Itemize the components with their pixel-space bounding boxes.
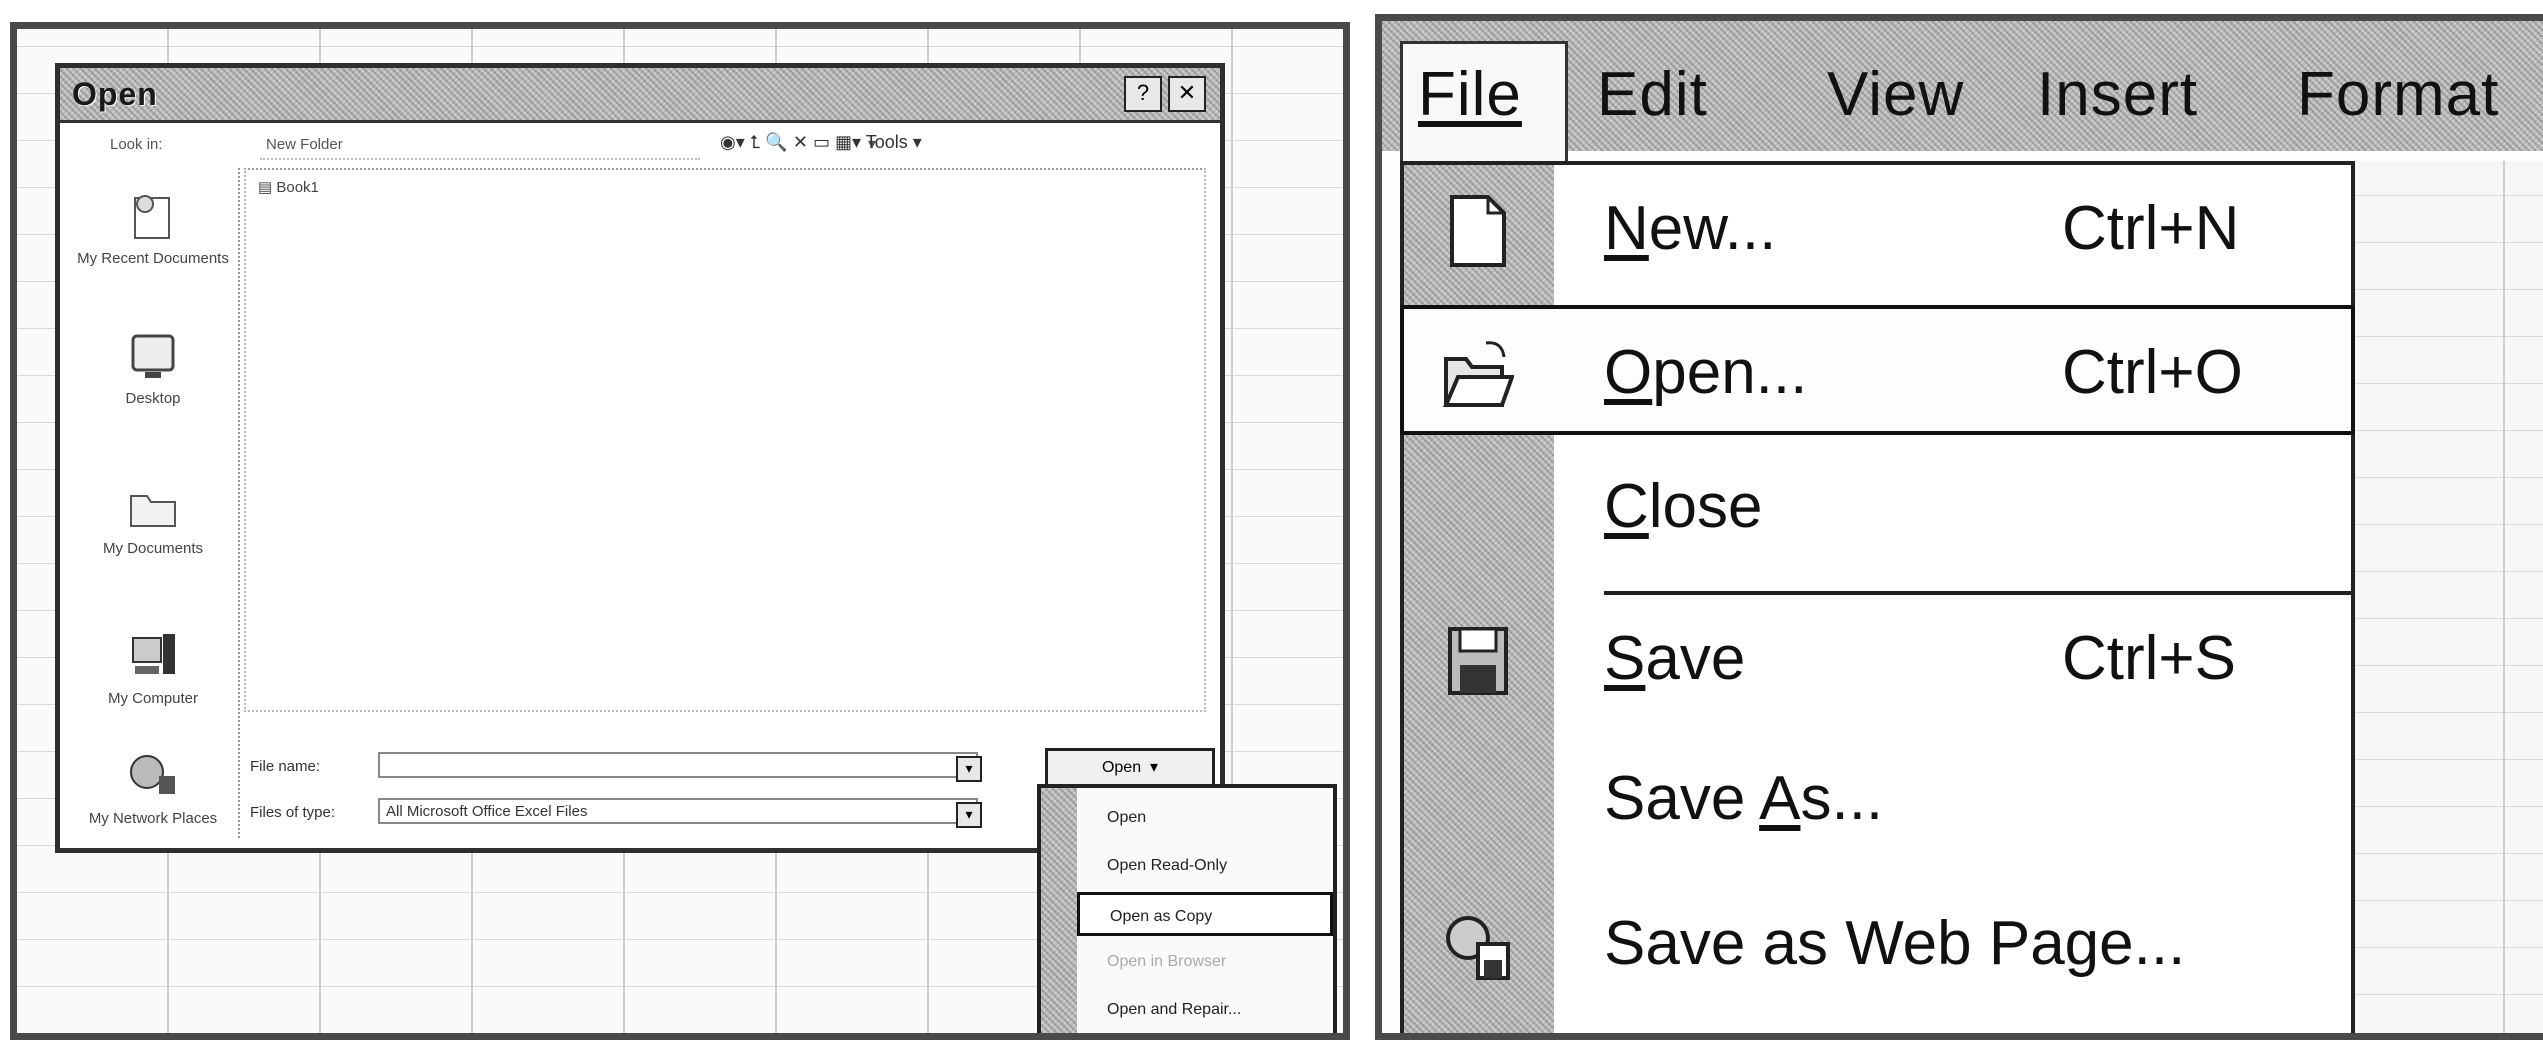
menu-item-save-as[interactable]: Save As...: [1404, 735, 2351, 865]
file-name-input[interactable]: [378, 752, 978, 778]
place-my-recent-documents[interactable]: My Recent Documents: [68, 188, 238, 267]
back-icon[interactable]: ◉▾: [720, 132, 745, 152]
places-bar: My Recent Documents Desktop My Documents: [68, 168, 240, 838]
look-in-label: Look in:: [110, 136, 163, 153]
menu-item-save-as-web-page[interactable]: Save as Web Page...: [1404, 880, 2351, 1010]
dialog-title: Open: [72, 76, 158, 112]
my-computer-icon: [132, 634, 175, 674]
new-folder-icon[interactable]: ▭: [813, 132, 830, 152]
menu-insert[interactable]: Insert: [2037, 59, 2198, 130]
look-in-row: Look in: New Folder ▾ ◉▾ ⮤ 🔍 ✕ ▭ ▦▾ Tool…: [70, 130, 1210, 164]
open-options-menu: Open Open Read-Only Open as Copy Open in…: [1037, 784, 1337, 1033]
views-icon[interactable]: ▦▾: [835, 132, 861, 152]
open-dialog: Open ? ✕ Look in: New Folder ▾ ◉▾ ⮤ 🔍 ✕ …: [55, 63, 1225, 853]
menu-file[interactable]: File: [1418, 59, 1522, 130]
look-in-value: New Folder: [266, 136, 343, 153]
place-my-computer[interactable]: My Computer: [68, 628, 238, 707]
menu-view[interactable]: View: [1827, 59, 1964, 130]
look-in-combo[interactable]: New Folder ▾: [260, 132, 876, 160]
left-screenshot-panel: Open ? ✕ Look in: New Folder ▾ ◉▾ ⮤ 🔍 ✕ …: [10, 22, 1350, 1040]
delete-icon[interactable]: ✕: [793, 132, 808, 152]
files-of-type-label: Files of type:: [250, 804, 336, 821]
files-of-type-dropdown-arrow[interactable]: ▾: [956, 802, 982, 828]
menu-item-new[interactable]: New... Ctrl+N: [1404, 165, 2351, 295]
menu-item-open-in-browser[interactable]: Open in Browser: [1077, 940, 1333, 984]
right-screenshot-panel: File Edit View Insert Format New... Ctrl…: [1375, 14, 2543, 1040]
open-folder-icon: [1442, 341, 1514, 407]
menu-item-close[interactable]: Close: [1404, 443, 2351, 573]
place-my-network-places[interactable]: My Network Places: [68, 748, 238, 827]
excel-file-icon: ▤: [258, 179, 273, 196]
menu-edit[interactable]: Edit: [1597, 59, 1708, 130]
open-split-button[interactable]: Open ▾: [1045, 748, 1215, 788]
files-of-type-select[interactable]: All Microsoft Office Excel Files: [378, 798, 978, 824]
recent-documents-icon: [134, 195, 170, 239]
dialog-titlebar: Open ? ✕: [60, 68, 1220, 123]
help-button[interactable]: ?: [1124, 76, 1162, 112]
menu-item-open[interactable]: Open: [1077, 796, 1333, 840]
tools-menu[interactable]: Tools ▾: [866, 132, 922, 152]
menu-item-open-and-repair[interactable]: Open and Repair...: [1077, 988, 1333, 1032]
file-list[interactable]: ▤ Book1: [244, 168, 1206, 712]
menu-format[interactable]: Format: [2297, 59, 2499, 130]
new-document-icon: [1450, 195, 1506, 267]
menu-bar: File Edit View Insert Format: [1382, 21, 2543, 176]
save-as-web-page-icon: [1446, 916, 1510, 980]
file-menu-dropdown: New... Ctrl+N Open... Ctrl+O Close Save: [1400, 161, 2355, 1033]
dialog-toolbar: ◉▾ ⮤ 🔍 ✕ ▭ ▦▾ Tools ▾: [720, 132, 922, 153]
close-button[interactable]: ✕: [1168, 76, 1206, 112]
network-places-icon: [130, 755, 175, 794]
file-item[interactable]: ▤ Book1: [258, 178, 319, 196]
my-documents-icon: [130, 495, 176, 527]
place-desktop[interactable]: Desktop: [68, 328, 238, 407]
menu-item-open[interactable]: Open... Ctrl+O: [1400, 305, 2355, 435]
place-my-documents[interactable]: My Documents: [68, 478, 238, 557]
menu-item-save[interactable]: Save Ctrl+S: [1404, 595, 2351, 725]
chevron-down-icon[interactable]: ▾: [1146, 759, 1158, 776]
spreadsheet-fragment: [2353, 161, 2543, 1033]
menu-item-open-read-only[interactable]: Open Read-Only: [1077, 844, 1333, 888]
file-name-dropdown-arrow[interactable]: ▾: [956, 756, 982, 782]
desktop-icon: [131, 334, 175, 378]
save-floppy-icon: [1448, 627, 1508, 695]
menu-gutter: [1041, 788, 1077, 1033]
search-web-icon[interactable]: 🔍: [765, 132, 787, 152]
up-folder-icon[interactable]: ⮤: [750, 132, 761, 152]
file-name-label: File name:: [250, 758, 321, 775]
menu-item-open-as-copy[interactable]: Open as Copy: [1077, 892, 1333, 936]
